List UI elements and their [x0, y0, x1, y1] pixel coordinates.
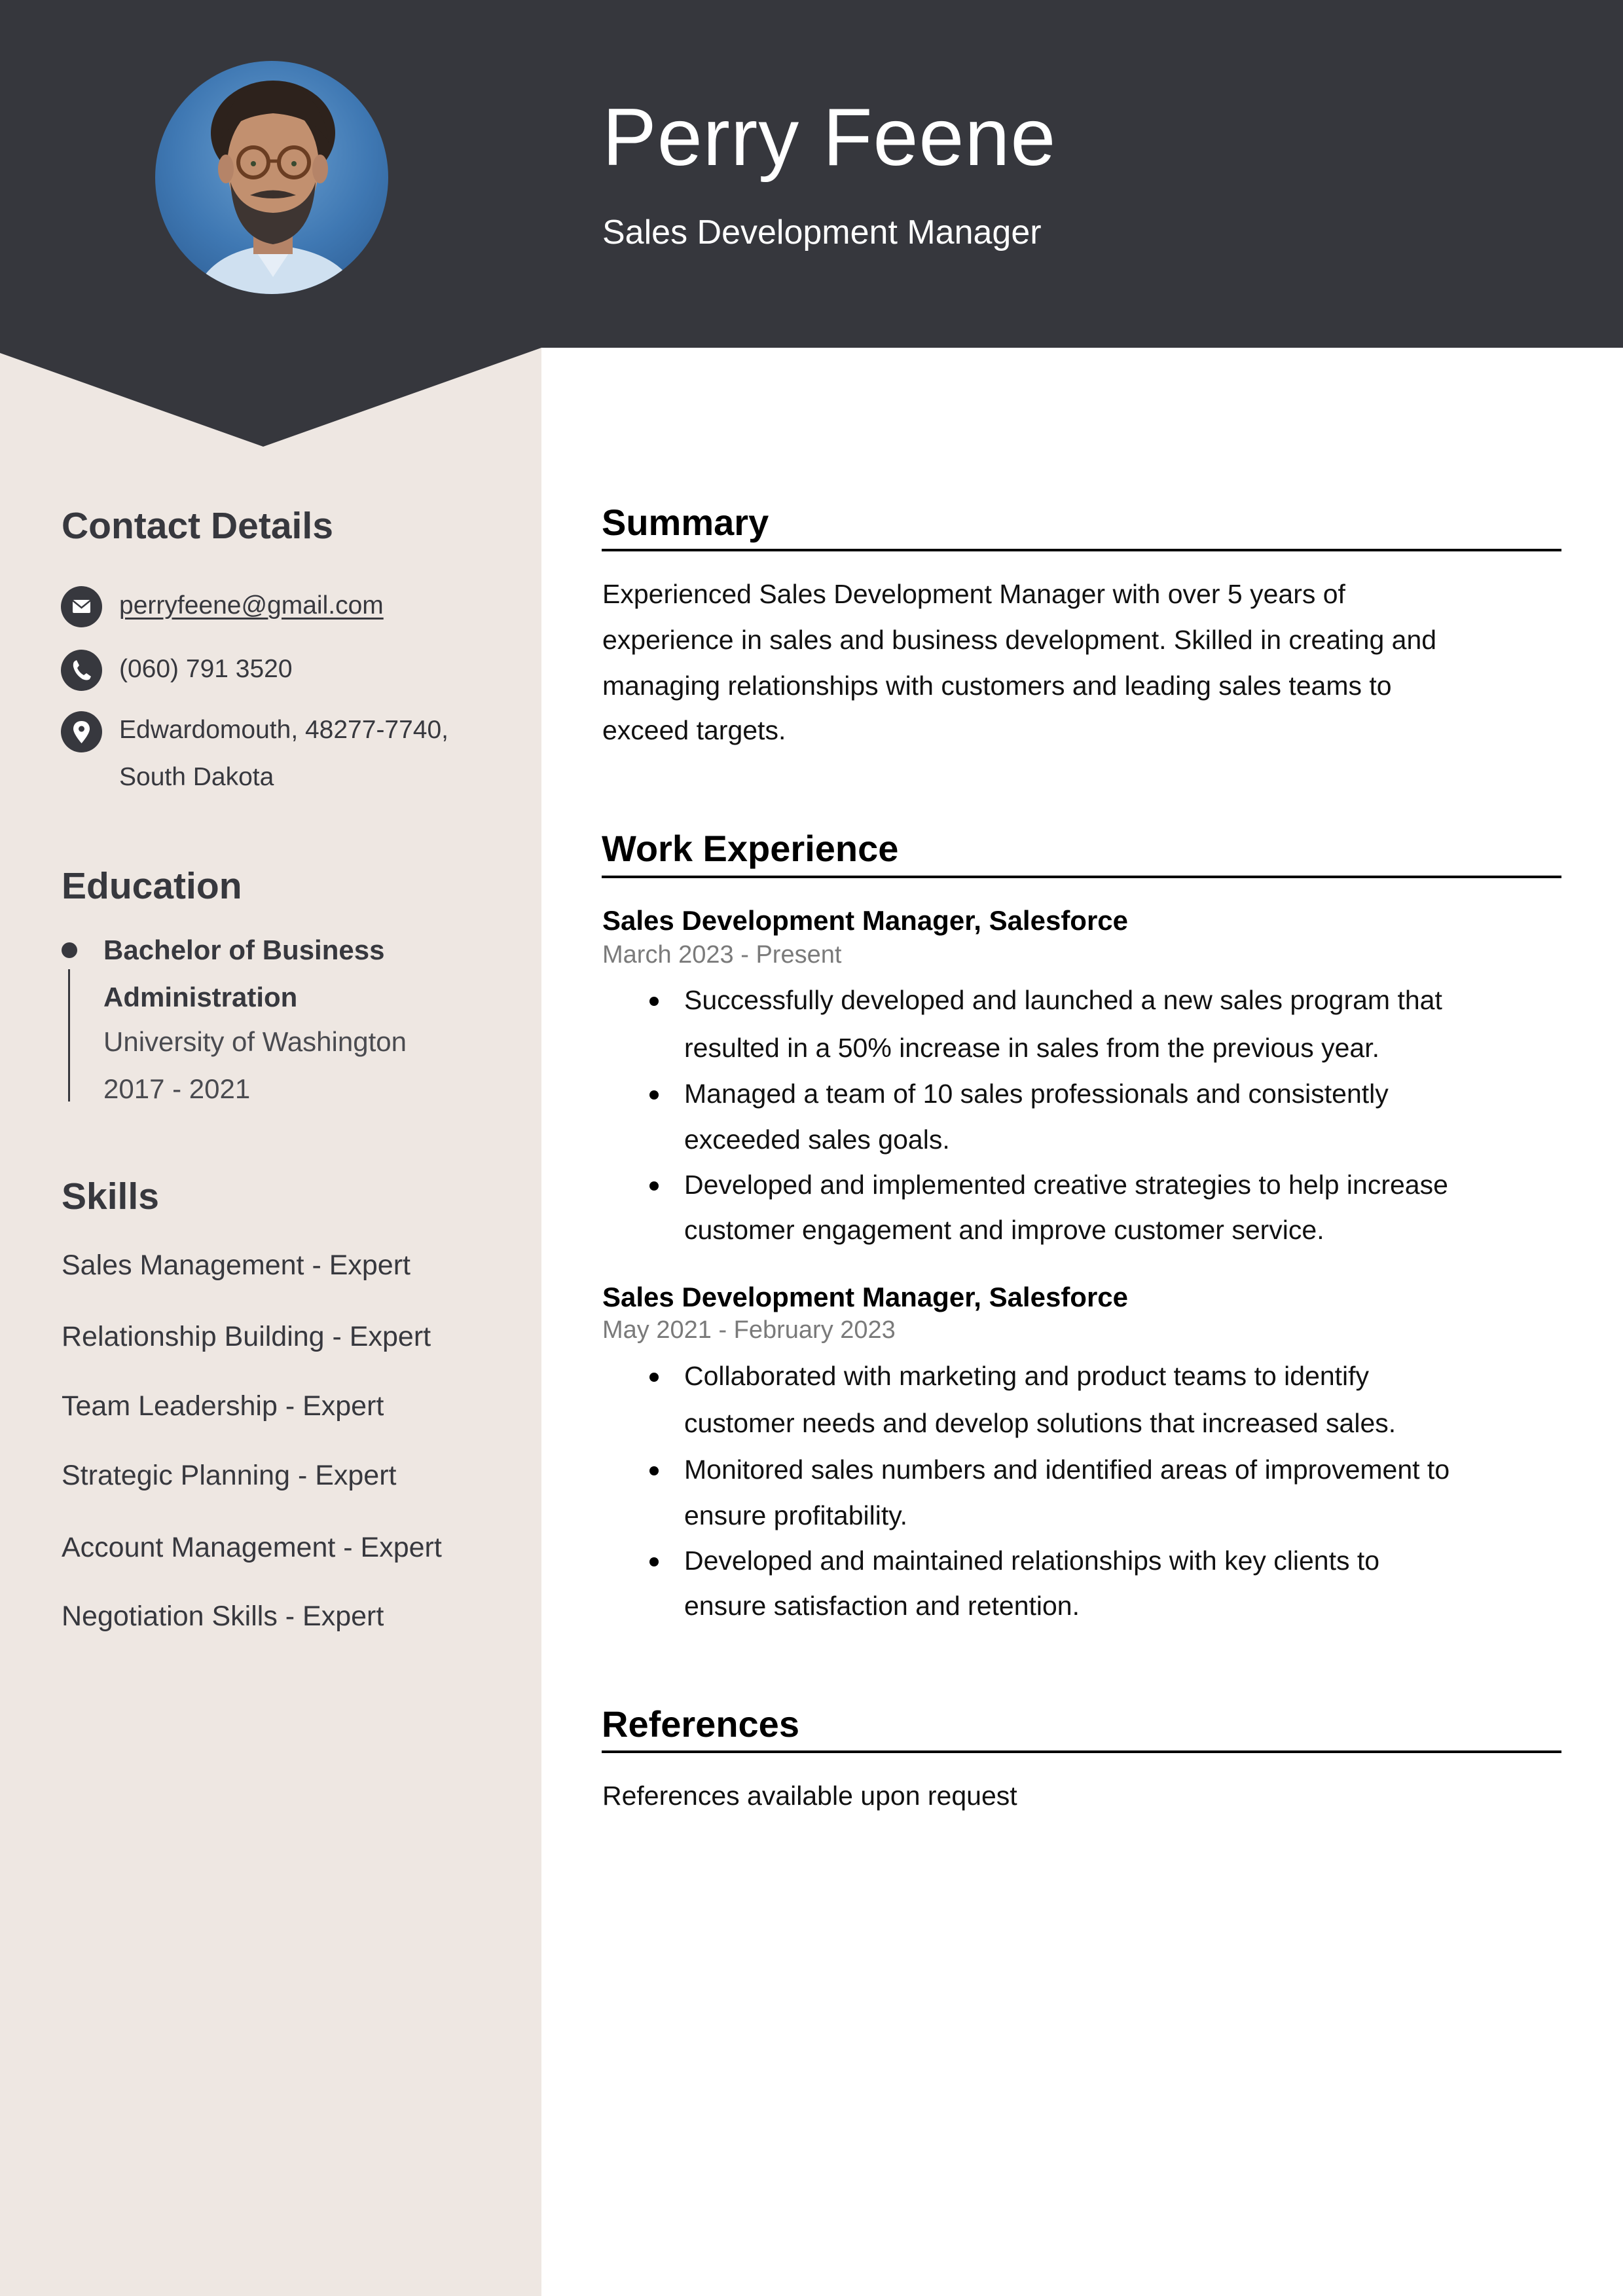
bullet-icon — [649, 1373, 659, 1382]
job-bullet-line: Developed and implemented creative strat… — [684, 1170, 1448, 1200]
summary-divider — [602, 549, 1561, 551]
envelope-icon — [61, 586, 102, 627]
job-bullet-line: resulted in a 50% increase in sales from… — [684, 1033, 1379, 1063]
phone-icon — [61, 650, 102, 691]
bullet-icon — [649, 1557, 659, 1566]
job-dates: May 2021 - February 2023 — [602, 1316, 896, 1344]
address-line-2: South Dakota — [119, 763, 274, 791]
references-heading: References — [602, 1703, 799, 1745]
job-title: Sales Development Manager, Salesforce — [602, 905, 1129, 936]
summary-heading: Summary — [602, 502, 769, 543]
references-divider — [602, 1750, 1561, 1753]
portrait-illustration — [155, 61, 388, 294]
work-experience-divider — [602, 876, 1561, 878]
education-school: University of Washington — [103, 1026, 407, 1057]
summary-line: exceed targets. — [602, 715, 786, 745]
skill-item: Relationship Building - Expert — [62, 1321, 431, 1352]
job-bullet-line: customer needs and develop solutions tha… — [684, 1408, 1396, 1438]
job-bullet-line: customer engagement and improve customer… — [684, 1215, 1324, 1245]
summary-line: Experienced Sales Development Manager wi… — [602, 579, 1345, 609]
candidate-title: Sales Development Manager — [602, 213, 1042, 251]
job-bullet-line: ensure profitability. — [684, 1500, 908, 1530]
phone-number: (060) 791 3520 — [119, 655, 293, 683]
summary-line: experience in sales and business develop… — [602, 625, 1437, 655]
skill-item: Negotiation Skills - Expert — [62, 1601, 384, 1632]
skill-item: Team Leadership - Expert — [62, 1390, 384, 1422]
skill-item: Account Management - Expert — [62, 1532, 442, 1563]
skills-heading: Skills — [62, 1176, 159, 1217]
skill-item: Strategic Planning - Expert — [62, 1460, 397, 1491]
education-heading: Education — [62, 865, 242, 907]
job-bullet-line: Developed and maintained relationships w… — [684, 1546, 1380, 1576]
bullet-icon — [649, 1466, 659, 1475]
education-timeline-line — [68, 969, 70, 1102]
job-title: Sales Development Manager, Salesforce — [602, 1282, 1129, 1312]
address-line-1: Edwardomouth, 48277-7740, — [119, 716, 449, 744]
education-degree-line-1: Bachelor of Business — [103, 935, 385, 965]
job-dates: March 2023 - Present — [602, 941, 842, 969]
skill-item: Sales Management - Expert — [62, 1250, 410, 1281]
job-bullet-line: Successfully developed and launched a ne… — [684, 985, 1442, 1015]
bullet-icon — [649, 1181, 659, 1191]
job-bullet-line: Managed a team of 10 sales professionals… — [684, 1079, 1389, 1109]
candidate-name: Perry Feene — [602, 92, 1057, 183]
job-bullet-line: ensure satisfaction and retention. — [684, 1591, 1080, 1621]
bullet-icon — [649, 1090, 659, 1100]
job-bullet-line: Monitored sales numbers and identified a… — [684, 1454, 1450, 1485]
email-link[interactable]: perryfeene@gmail.com — [119, 593, 384, 618]
work-experience-heading: Work Experience — [602, 828, 899, 869]
profile-photo — [155, 61, 388, 294]
summary-line: managing relationships with customers an… — [602, 671, 1392, 701]
education-years: 2017 - 2021 — [103, 1073, 251, 1104]
contact-heading: Contact Details — [62, 505, 333, 547]
location-pin-icon — [61, 711, 102, 752]
bullet-icon — [649, 997, 659, 1006]
job-bullet-line: Collaborated with marketing and product … — [684, 1361, 1370, 1391]
education-degree-line-2: Administration — [103, 982, 298, 1012]
education-timeline-dot — [62, 942, 77, 958]
references-text: References available upon request — [602, 1781, 1017, 1811]
job-bullet-line: exceeded sales goals. — [684, 1124, 950, 1155]
